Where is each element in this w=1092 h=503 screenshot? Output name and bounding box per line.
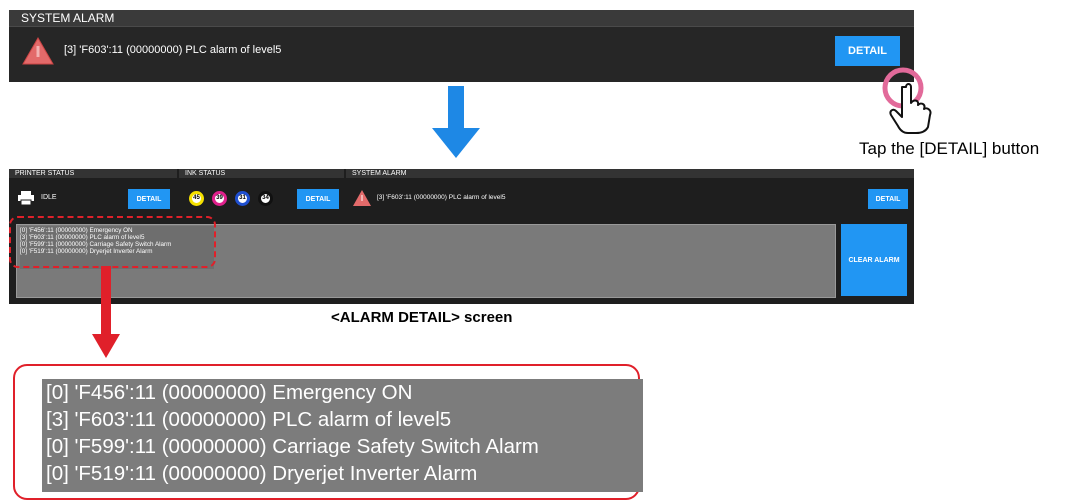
ink-level-indicator: 39 bbox=[212, 191, 227, 206]
tap-instruction: Tap the [DETAIL] button bbox=[859, 139, 1040, 158]
zoomed-alarm-item: [0] 'F599':11 (00000000) Carriage Safety… bbox=[46, 435, 539, 458]
clear-alarm-button[interactable]: CLEAR ALARM bbox=[841, 224, 907, 296]
printer-detail-button[interactable]: DETAIL bbox=[128, 189, 170, 209]
zoomed-alarm-item: [0] 'F456':11 (00000000) Emergency ON bbox=[46, 381, 413, 404]
system-alarm-detail-button[interactable]: DETAIL bbox=[868, 189, 908, 209]
ink-detail-button[interactable]: DETAIL bbox=[297, 189, 339, 209]
highlight-dashed-box bbox=[9, 216, 216, 268]
zoomed-alarm-item: [0] 'F519':11 (00000000) Dryerjet Invert… bbox=[46, 462, 478, 485]
ink-level-indicator: 34 bbox=[258, 191, 273, 206]
detail-system-alarm-header-label: SYSTEM ALARM bbox=[352, 170, 407, 177]
warning-icon bbox=[22, 36, 54, 65]
ink-status-header-label: INK STATUS bbox=[185, 170, 226, 177]
zoomed-alarm-list-frame: [0] 'F456':11 (00000000) Emergency ON [3… bbox=[13, 364, 643, 500]
ink-level-indicator: 31 bbox=[235, 191, 250, 206]
system-alarm-header-label: SYSTEM ALARM bbox=[21, 11, 115, 25]
printer-state: IDLE bbox=[41, 194, 57, 201]
ink-level-indicator: 45 bbox=[189, 191, 204, 206]
system-alarm-panel: SYSTEM ALARM [3] 'F603':11 (00000000) PL… bbox=[9, 10, 914, 82]
down-arrow-icon bbox=[432, 86, 480, 158]
system-alarm-header: SYSTEM ALARM bbox=[9, 10, 914, 27]
printer-status-header-label: PRINTER STATUS bbox=[15, 170, 75, 177]
tap-hand-icon bbox=[882, 67, 932, 134]
ink-status-header: INK STATUS bbox=[179, 169, 344, 178]
warning-icon bbox=[353, 190, 371, 206]
printer-status-header: PRINTER STATUS bbox=[9, 169, 177, 178]
detail-button[interactable]: DETAIL bbox=[835, 36, 900, 66]
detail-system-alarm-message: [3] 'F603':11 (00000000) PLC alarm of le… bbox=[377, 194, 506, 201]
system-alarm-message: [3] 'F603':11 (00000000) PLC alarm of le… bbox=[64, 44, 282, 56]
zoomed-alarm-list: [0] 'F456':11 (00000000) Emergency ON [3… bbox=[42, 379, 643, 492]
screen-caption: <ALARM DETAIL> screen bbox=[331, 309, 513, 326]
detail-system-alarm-header: SYSTEM ALARM bbox=[346, 169, 914, 178]
printer-icon bbox=[18, 191, 34, 205]
zoomed-alarm-item: [3] 'F603':11 (00000000) PLC alarm of le… bbox=[46, 408, 452, 431]
red-arrow-icon bbox=[92, 266, 120, 358]
